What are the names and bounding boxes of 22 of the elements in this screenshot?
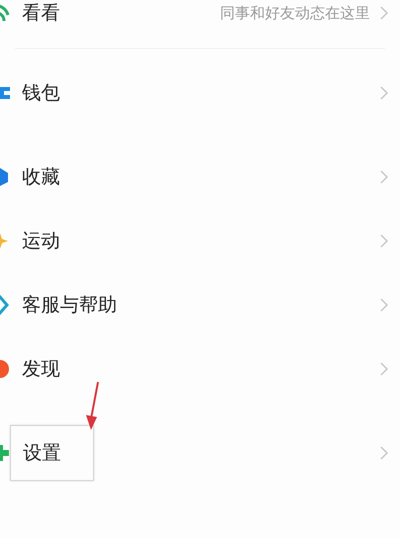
chevron-right-icon (380, 6, 388, 20)
item-label: 收藏 (22, 165, 60, 190)
chevron-right-icon (380, 362, 388, 376)
item-label: 客服与帮助 (22, 293, 117, 318)
chevron-right-icon (380, 170, 388, 184)
item-hint: 同事和好友动态在这里 (220, 4, 370, 22)
chevron-right-icon (380, 298, 388, 312)
menu-item[interactable]: 运动 (0, 209, 400, 273)
item-label: 看看 (22, 1, 60, 26)
chevron-right-icon (380, 234, 388, 248)
menu-item[interactable]: 设置 (0, 421, 400, 485)
item-label: 设置 (10, 425, 94, 481)
menu-item[interactable]: 钱包 (0, 61, 400, 125)
chevron-right-icon (380, 446, 388, 460)
menu-item[interactable]: 发现 (0, 337, 400, 401)
item-label: 运动 (22, 229, 60, 254)
menu-item[interactable]: 收藏 (0, 145, 400, 209)
menu-item[interactable]: 客服与帮助 (0, 273, 400, 337)
item-label: 发现 (22, 357, 60, 382)
item-label: 钱包 (22, 81, 60, 106)
menu-item[interactable]: 看看 同事和好友动态在这里 (0, 0, 400, 40)
chevron-right-icon (380, 86, 388, 100)
